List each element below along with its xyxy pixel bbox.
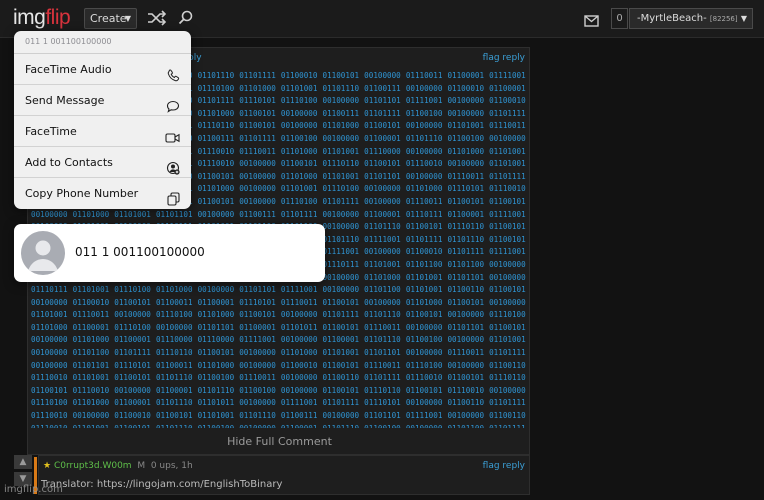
flag-reply-link[interactable]: flag reply [483,461,525,471]
imgflip-watermark: imgflip.com [4,484,63,495]
caret-down-icon: ▼ [124,14,131,23]
hide-full-comment-link[interactable]: Hide Full Comment [28,435,531,448]
avatar-placeholder-icon [21,231,65,275]
reply-comment: ★ C0rrupt3d.W00m M 0 ups, 1h flag reply … [38,455,530,495]
menu-item-add-to-contacts[interactable]: Add to Contacts [14,147,191,178]
reply-username[interactable]: C0rrupt3d.W00m [54,461,132,471]
gender-badge: M [137,461,146,471]
page: imgflip Create ▼ 0 -MyrtleBeach- [82256]… [0,0,764,500]
contact-phone-number: 011 1 001100100000 [75,245,205,259]
reply-header: ★ C0rrupt3d.W00m M 0 ups, 1h [43,461,193,471]
phone-number-context-menu: 011 1 001100100000 FaceTime Audio Send M… [14,31,191,209]
notification-count[interactable]: 0 [611,8,628,29]
menu-item-copy-phone-number[interactable]: Copy Phone Number [14,178,191,209]
copy-icon [167,187,180,209]
flag-reply-link[interactable]: flag reply [483,53,525,63]
star-icon: ★ [43,461,52,471]
mail-icon[interactable] [584,12,599,31]
contact-preview-card: 011 1 001100100000 [14,224,325,282]
imgflip-logo[interactable]: imgflip [13,6,71,30]
create-dropdown-button[interactable]: Create ▼ [84,8,137,29]
caret-down-icon: ▼ [740,14,747,23]
upvote-arrow-icon[interactable]: ▲ [14,455,32,469]
reply-meta: 0 ups, 1h [150,461,193,471]
shuffle-icon[interactable] [147,10,167,30]
menu-item-send-message[interactable]: Send Message [14,85,191,116]
menu-item-facetime[interactable]: FaceTime [14,116,191,147]
user-menu-button[interactable]: -MyrtleBeach- [82256] ▼ [629,8,753,29]
context-menu-number: 011 1 001100100000 [14,31,191,54]
reply-text: Translator: https://lingojam.com/English… [41,479,283,490]
search-icon[interactable] [178,10,194,30]
menu-item-facetime-audio[interactable]: FaceTime Audio [14,54,191,85]
